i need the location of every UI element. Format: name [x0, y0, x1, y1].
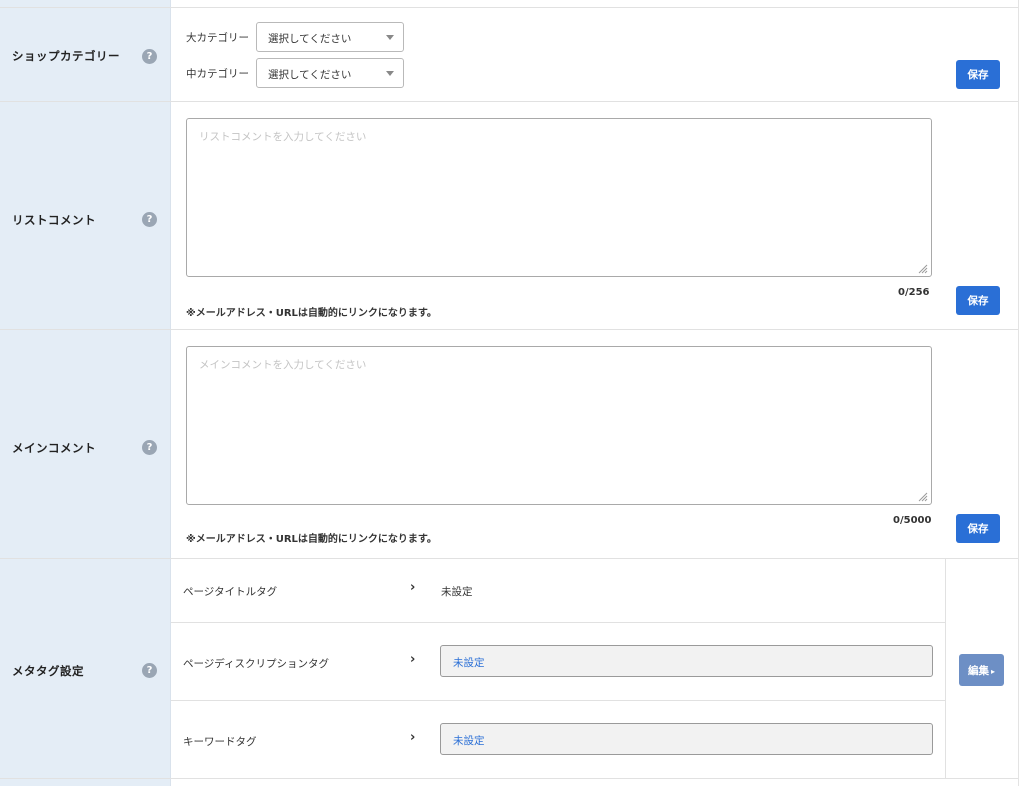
- shop-category-save-button[interactable]: 保存: [956, 60, 1000, 89]
- list-comment-input[interactable]: [186, 118, 932, 277]
- chevron-right-icon: ›: [410, 730, 416, 745]
- title-tag-row: ページタイトルタグ › 未設定: [171, 559, 945, 623]
- edit-button-label: 編集: [967, 664, 989, 677]
- meta-tags-label-cell: メタタグ設定 ?: [0, 559, 171, 778]
- description-tag-value: 未設定: [453, 657, 485, 669]
- main-comment-save-button[interactable]: 保存: [956, 514, 1000, 543]
- chevron-right-icon: ›: [410, 652, 416, 667]
- help-icon[interactable]: ?: [142, 440, 157, 455]
- meta-tags-action-divider: [945, 559, 946, 778]
- main-comment-note: ※メールアドレス・URLは自動的にリンクになります。: [186, 534, 437, 545]
- meta-tags-edit-button[interactable]: 編集 ▸: [959, 654, 1004, 686]
- help-icon[interactable]: ?: [142, 212, 157, 227]
- keyword-tag-label: キーワードタグ: [183, 736, 257, 748]
- next-row-label-cell: [0, 779, 171, 786]
- major-category-label: 大カテゴリー: [186, 32, 249, 44]
- dropdown-caret-icon: [386, 35, 394, 40]
- title-tag-value: 未設定: [441, 586, 473, 598]
- meta-tags-label: メタタグ設定: [12, 664, 84, 678]
- chevron-right-icon: ›: [410, 580, 416, 595]
- main-comment-label-cell: メインコメント ?: [0, 330, 171, 558]
- help-icon[interactable]: ?: [142, 49, 157, 64]
- caret-right-icon: ▸: [990, 666, 995, 676]
- next-row: [0, 779, 1018, 786]
- main-comment-counter: 0/5000: [893, 515, 932, 526]
- description-tag-row: ページディスクリプションタグ › 未設定: [171, 623, 945, 701]
- resize-grip-icon[interactable]: [918, 492, 928, 502]
- keyword-tag-value: 未設定: [453, 735, 485, 747]
- keyword-tag-field[interactable]: 未設定: [440, 723, 933, 755]
- middle-category-select[interactable]: 選択してください: [256, 58, 404, 88]
- list-comment-counter: 0/256: [898, 287, 930, 298]
- middle-category-value: 選択してください: [268, 69, 352, 81]
- list-comment-row: リストコメント ? 0/256 ※メールアドレス・URLは自動的にリンクになりま…: [0, 102, 1018, 330]
- shop-category-label: ショップカテゴリー: [12, 49, 120, 63]
- resize-grip-icon[interactable]: [918, 264, 928, 274]
- help-icon[interactable]: ?: [142, 663, 157, 678]
- middle-category-label: 中カテゴリー: [186, 68, 249, 80]
- main-comment-input[interactable]: [186, 346, 932, 505]
- shop-category-label-cell: ショップカテゴリー ?: [0, 8, 171, 101]
- major-category-select[interactable]: 選択してください: [256, 22, 404, 52]
- list-comment-note: ※メールアドレス・URLは自動的にリンクになります。: [186, 308, 437, 319]
- main-comment-label: メインコメント: [12, 441, 96, 455]
- title-tag-label: ページタイトルタグ: [183, 586, 278, 598]
- list-comment-save-button[interactable]: 保存: [956, 286, 1000, 315]
- previous-row: [0, 0, 1018, 8]
- meta-tags-row: メタタグ設定 ? ページタイトルタグ › 未設定 ページディスクリプションタグ …: [0, 559, 1018, 779]
- description-tag-label: ページディスクリプションタグ: [183, 658, 330, 670]
- shop-category-row: ショップカテゴリー ? 大カテゴリー 選択してください 中カテゴリー 選択してく…: [0, 8, 1018, 102]
- dropdown-caret-icon: [386, 71, 394, 76]
- description-tag-field[interactable]: 未設定: [440, 645, 933, 677]
- list-comment-label-cell: リストコメント ?: [0, 102, 171, 329]
- major-category-value: 選択してください: [268, 33, 352, 45]
- previous-row-label-cell: [0, 0, 171, 7]
- settings-form: ショップカテゴリー ? 大カテゴリー 選択してください 中カテゴリー 選択してく…: [0, 0, 1019, 786]
- main-comment-row: メインコメント ? 0/5000 ※メールアドレス・URLは自動的にリンクになり…: [0, 330, 1018, 559]
- list-comment-label: リストコメント: [12, 213, 96, 227]
- keyword-tag-row: キーワードタグ › 未設定: [171, 701, 945, 777]
